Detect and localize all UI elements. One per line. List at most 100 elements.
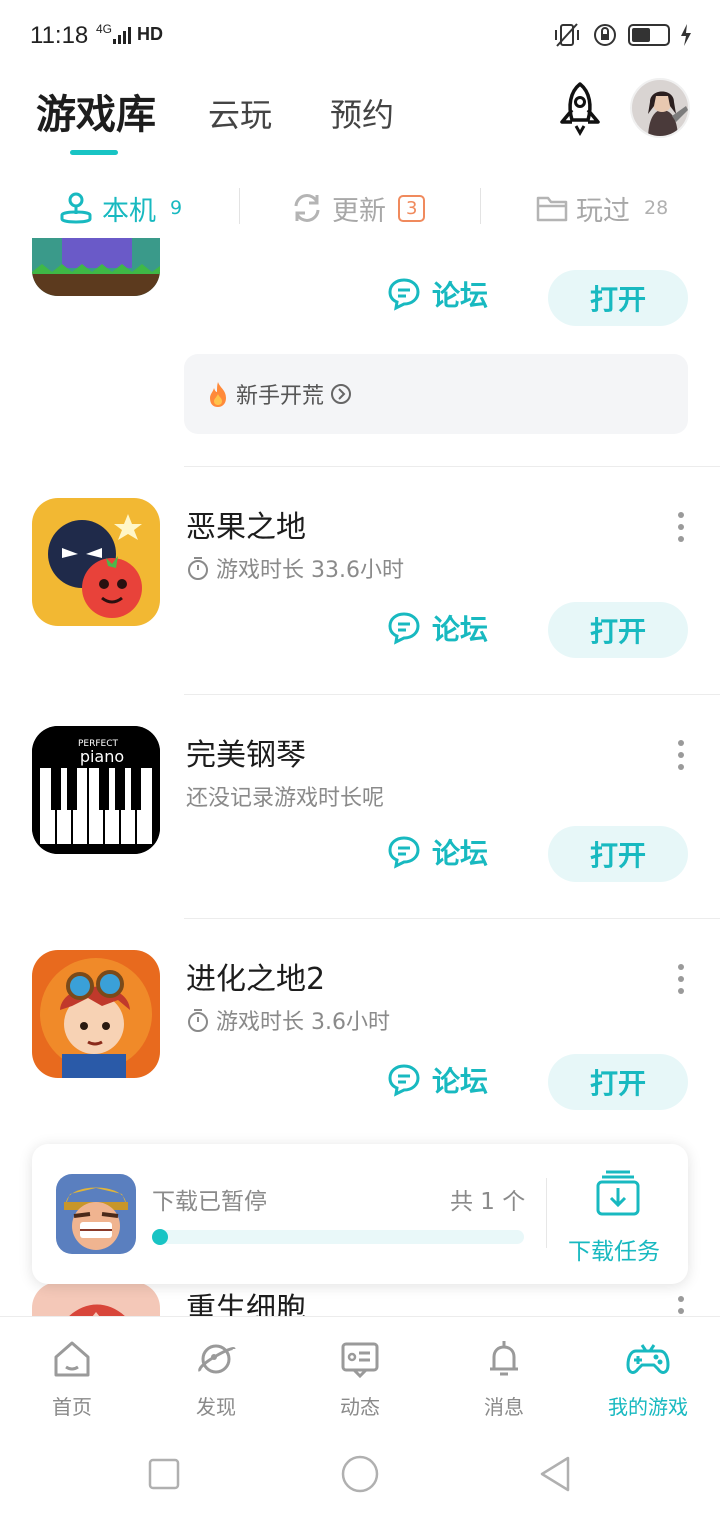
subtab-update-label: 更新 — [332, 195, 386, 227]
download-status-text: 下载已暂停 — [152, 1189, 267, 1215]
game-title: 进化之地2 — [186, 962, 326, 997]
battery-icon — [628, 24, 670, 46]
forum-button[interactable]: 论坛 — [386, 824, 488, 880]
open-button[interactable]: 打开 — [548, 1054, 688, 1110]
forum-button[interactable]: 论坛 — [386, 600, 488, 656]
status-time: 11:18 — [30, 22, 89, 49]
folder-icon — [536, 196, 568, 222]
hd-indicator: HD — [137, 24, 163, 44]
nav-label: 动态 — [340, 1395, 380, 1419]
nav-item-home[interactable]: 首页 — [0, 1317, 144, 1427]
refresh-icon — [294, 194, 320, 222]
user-avatar[interactable] — [630, 78, 690, 138]
list-item: 恶果之地 游戏时长 33.6小时 论坛 打开 — [0, 498, 720, 698]
subtab-update[interactable]: 更新 3 — [290, 180, 426, 236]
subtab-played[interactable]: 玩过 28 — [536, 180, 668, 236]
library-subtabs: 本机 9 更新 3 玩过 28 — [0, 180, 720, 236]
download-progress-bar — [152, 1229, 524, 1245]
stopwatch-icon — [188, 557, 208, 580]
more-options-icon[interactable] — [676, 1296, 686, 1316]
home-icon — [54, 1341, 90, 1377]
forum-icon — [388, 612, 420, 645]
download-tasks-label[interactable]: 下载任务 — [568, 1232, 660, 1266]
nav-label: 首页 — [52, 1395, 92, 1419]
forum-label: 论坛 — [432, 1065, 489, 1098]
game-icon[interactable]: PERFECT piano — [32, 726, 160, 854]
game-playtime-text: 还没记录游戏时长呢 — [186, 786, 385, 811]
icon-brand-text-2: piano — [80, 747, 124, 766]
gamepad-icon — [626, 1344, 670, 1374]
game-tag-card[interactable]: 新手开荒 — [184, 354, 688, 434]
planet-icon — [198, 1344, 236, 1374]
forum-icon — [388, 836, 420, 869]
download-tray-icon[interactable] — [594, 1168, 642, 1218]
game-icon[interactable] — [32, 498, 160, 626]
joystick-icon — [60, 192, 92, 224]
nav-item-my-games[interactable]: 我的游戏 — [576, 1317, 720, 1427]
game-playtime: 还没记录游戏时长呢 — [186, 780, 384, 812]
list-item: 论坛 打开 新手开荒 — [0, 238, 720, 468]
subtab-local-count: 9 — [170, 197, 183, 219]
subtab-divider — [480, 188, 481, 224]
lock-rotation-icon — [594, 24, 616, 46]
recent-apps-icon[interactable] — [144, 1454, 184, 1494]
network-type: 4G — [96, 22, 113, 36]
home-button-icon[interactable] — [340, 1454, 380, 1494]
download-game-icon — [56, 1174, 136, 1254]
forum-label: 论坛 — [432, 613, 489, 646]
bottom-navigation: 首页 发现 动态 消息 我的游戏 — [0, 1316, 720, 1426]
more-options-icon[interactable] — [676, 512, 686, 542]
update-count-badge: 3 — [398, 194, 426, 222]
open-button[interactable]: 打开 — [548, 826, 688, 882]
fire-icon — [210, 382, 226, 407]
row-divider — [184, 694, 720, 695]
nav-item-discover[interactable]: 发现 — [144, 1317, 288, 1427]
open-button[interactable]: 打开 — [548, 602, 688, 658]
download-count-text: 共 1 个 — [450, 1189, 526, 1215]
subtab-local[interactable]: 本机 9 — [58, 180, 182, 236]
nav-item-feed[interactable]: 动态 — [288, 1317, 432, 1427]
subtab-divider — [239, 188, 240, 224]
game-playtime-text: 游戏时长 3.6小时 — [216, 1010, 390, 1035]
game-icon[interactable] — [32, 950, 160, 1078]
open-button[interactable]: 打开 — [548, 270, 688, 326]
game-playtime: 游戏时长 33.6小时 — [186, 552, 404, 584]
top-header: 游戏库 云玩 预约 — [0, 72, 720, 162]
chevron-right-circle-icon — [331, 384, 352, 404]
system-navigation-bar — [0, 1426, 720, 1520]
game-icon[interactable] — [32, 238, 160, 296]
game-tag-label: 新手开荒 — [236, 384, 325, 409]
download-status-card[interactable]: 下载已暂停 共 1 个 下载任务 — [32, 1144, 688, 1284]
tab-reservation[interactable]: 预约 — [330, 90, 394, 136]
tab-cloud-play[interactable]: 云玩 — [208, 90, 272, 136]
forum-label: 论坛 — [432, 837, 489, 870]
list-item: 重生细胞 — [0, 1282, 720, 1316]
nav-label: 我的游戏 — [608, 1395, 688, 1419]
forum-button[interactable]: 论坛 — [386, 1052, 488, 1108]
row-divider — [184, 466, 720, 467]
forum-button[interactable]: 论坛 — [386, 266, 488, 322]
subtab-local-label: 本机 — [102, 195, 156, 227]
game-playtime-text: 游戏时长 33.6小时 — [216, 558, 404, 583]
game-title: 完美钢琴 — [186, 738, 306, 773]
rocket-icon[interactable] — [554, 80, 606, 136]
row-divider — [184, 918, 720, 919]
game-icon[interactable] — [32, 1282, 160, 1316]
bell-icon — [490, 1341, 518, 1376]
more-options-icon[interactable] — [676, 740, 686, 770]
status-bar: 11:18 4G HD — [0, 0, 720, 72]
download-progress-fill — [152, 1229, 168, 1245]
nav-item-messages[interactable]: 消息 — [432, 1317, 576, 1427]
back-icon[interactable] — [536, 1454, 576, 1494]
subtab-played-count: 28 — [644, 197, 669, 219]
more-options-icon[interactable] — [676, 964, 686, 994]
signal-icon — [113, 27, 131, 44]
nav-label: 消息 — [484, 1395, 524, 1419]
list-item: 进化之地2 游戏时长 3.6小时 论坛 打开 — [0, 950, 720, 1150]
tab-game-library[interactable]: 游戏库 — [36, 82, 156, 140]
nav-label: 发现 — [196, 1395, 236, 1419]
game-title: 重生细胞 — [186, 1292, 306, 1316]
forum-icon — [388, 1064, 420, 1097]
vibrate-off-icon — [555, 23, 579, 47]
active-tab-indicator — [70, 150, 118, 155]
